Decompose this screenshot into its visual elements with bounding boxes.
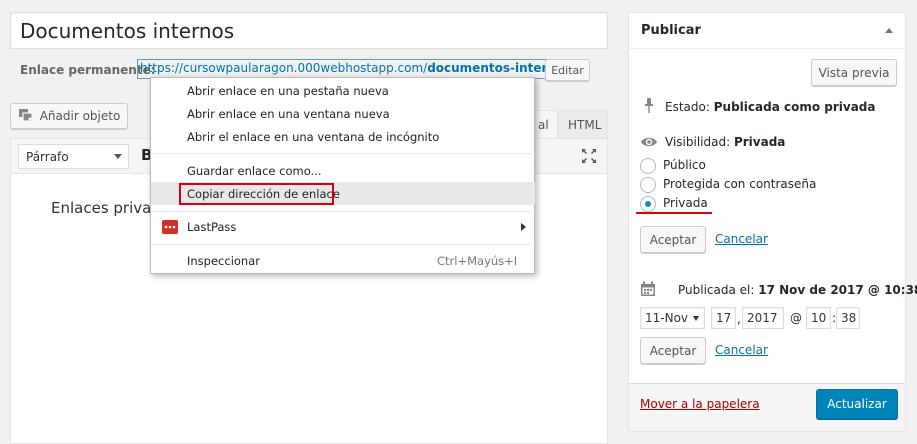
hour-value: 10 (811, 311, 827, 325)
format-select-value: Párrafo (26, 150, 69, 164)
date-accept-button[interactable]: Aceptar (640, 337, 706, 364)
menu-lastpass[interactable]: LastPass (151, 216, 535, 238)
menu-lastpass-label: LastPass (187, 220, 237, 234)
calendar-icon (640, 281, 656, 300)
menu-copy-link-address[interactable]: Copiar dirección de enlace (151, 182, 535, 205)
visibility-label: Visibilidad: (665, 135, 731, 149)
tab-html-label: HTML (568, 118, 602, 132)
visibility-cancel-link[interactable]: Cancelar (715, 232, 768, 246)
add-media-label: Añadir objeto (39, 109, 121, 123)
eye-icon (640, 136, 658, 151)
visibility-public-label[interactable]: Público (663, 158, 706, 172)
menu-open-new-window-label: Abrir enlace en una ventana nueva (187, 107, 390, 121)
minute-value: 38 (841, 311, 857, 325)
menu-save-link-as[interactable]: Guardar enlace como... (151, 160, 535, 182)
media-icon (18, 108, 34, 125)
menu-copy-link-address-label: Copiar dirección de enlace (187, 187, 340, 201)
menu-separator (151, 153, 535, 154)
fullscreen-icon[interactable] (581, 148, 597, 167)
year-input[interactable]: 2017 (742, 307, 784, 329)
publish-header[interactable]: Publicar (629, 13, 905, 49)
menu-open-incognito[interactable]: Abrir el enlace en una ventana de incógn… (151, 126, 535, 148)
menu-separator (151, 211, 535, 212)
publish-title: Publicar (641, 23, 701, 38)
trash-link[interactable]: Mover a la papelera (640, 397, 760, 411)
private-underline (636, 212, 712, 214)
published-value: 17 Nov de 2017 @ 10:38 (758, 283, 917, 297)
status-row: Estado: Publicada como privada (665, 100, 875, 114)
chevron-right-icon (521, 223, 526, 231)
visibility-password-label[interactable]: Protegida con contraseña (663, 177, 816, 191)
visibility-password-radio[interactable] (640, 177, 656, 193)
menu-open-new-tab-label: Abrir enlace en una pestaña nueva (187, 84, 389, 98)
menu-open-new-window[interactable]: Abrir enlace en una ventana nueva (151, 103, 535, 125)
collapse-icon[interactable] (885, 28, 893, 33)
tab-visual-label: al (538, 118, 549, 132)
published-label: Publicada el: (678, 283, 755, 297)
month-select[interactable]: 11-Nov (640, 307, 705, 329)
month-value: 11-Nov (645, 311, 689, 325)
day-input[interactable]: 17 (711, 307, 736, 329)
status-label: Estado: (665, 100, 710, 114)
context-menu: Abrir enlace en una pestaña nueva Abrir … (150, 77, 535, 274)
add-media-button[interactable]: Añadir objeto (10, 103, 128, 129)
day-value: 17 (716, 311, 732, 325)
at-symbol: @ (790, 311, 802, 325)
chevron-down-icon (114, 154, 122, 159)
menu-inspect-shortcut: Ctrl+Mayús+I (437, 254, 518, 268)
menu-open-incognito-label: Abrir el enlace en una ventana de incógn… (187, 130, 440, 144)
post-title-text: Documentos internos (20, 19, 235, 43)
permalink-label: Enlace permanente: (20, 63, 156, 77)
menu-separator (151, 244, 535, 245)
permalink-link[interactable]: https://cursowpaularagon.000webhostapp.c… (137, 59, 575, 79)
date-cancel-link[interactable]: Cancelar (715, 343, 768, 357)
tab-html[interactable]: HTML (558, 110, 608, 138)
menu-inspect[interactable]: Inspeccionar Ctrl+Mayús+I (151, 250, 535, 272)
year-value: 2017 (747, 311, 778, 325)
edit-permalink-button[interactable]: Editar (545, 59, 590, 81)
post-title-input[interactable]: Documentos internos (10, 12, 608, 49)
minute-input[interactable]: 38 (836, 307, 860, 329)
menu-inspect-label: Inspeccionar (187, 254, 260, 268)
lastpass-icon (162, 220, 178, 234)
status-value: Publicada como privada (713, 100, 876, 114)
visibility-accept-button[interactable]: Aceptar (640, 226, 706, 253)
pin-icon (643, 98, 655, 117)
visibility-public-radio[interactable] (640, 158, 656, 174)
published-row: Publicada el: 17 Nov de 2017 @ 10:38 (678, 283, 917, 297)
menu-open-new-tab[interactable]: Abrir enlace en una pestaña nueva (151, 80, 535, 102)
chevron-down-icon (693, 316, 699, 321)
menu-save-link-as-label: Guardar enlace como... (187, 164, 322, 178)
visibility-private-radio[interactable] (640, 196, 656, 212)
preview-button[interactable]: Vista previa (811, 59, 897, 86)
update-button[interactable]: Actualizar (816, 389, 898, 419)
format-select[interactable]: Párrafo (18, 144, 129, 169)
update-button-label: Actualizar (827, 397, 887, 411)
visibility-value: Privada (733, 135, 786, 149)
visibility-row: Visibilidad: Privada (665, 135, 785, 149)
permalink-url-base: https://cursowpaularagon.000webhostapp.c… (140, 61, 428, 75)
date-separator: , (737, 312, 741, 326)
visibility-private-label[interactable]: Privada (663, 196, 708, 210)
hour-input[interactable]: 10 (806, 307, 831, 329)
